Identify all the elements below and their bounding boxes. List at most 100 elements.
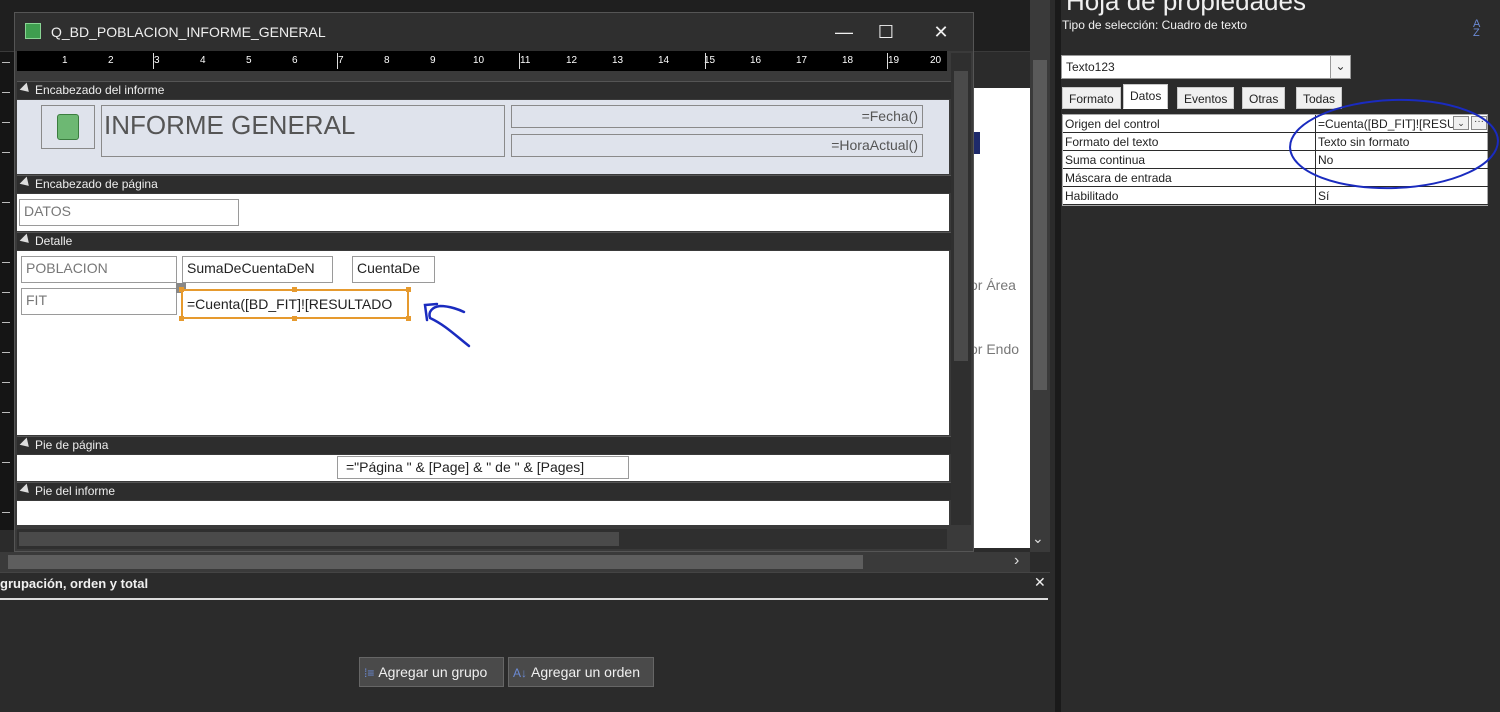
ruler-number: 6 — [292, 55, 298, 66]
collapse-arrow-icon — [19, 483, 33, 497]
ruler-number: 16 — [750, 55, 762, 66]
ruler-number: 18 — [842, 55, 854, 66]
collapse-arrow-icon — [19, 82, 33, 96]
tab-eventos[interactable]: Eventos — [1177, 87, 1235, 109]
section-page-header[interactable]: DATOS — [17, 194, 949, 231]
cuenta-field-textbox[interactable]: CuentaDe — [352, 256, 435, 283]
section-report-header[interactable]: INFORME GENERAL =Fecha() =HoraActual() — [17, 100, 949, 174]
property-value[interactable]: No — [1315, 151, 1489, 169]
ruler-number: 5 — [246, 55, 252, 66]
minimize-button[interactable]: — — [823, 19, 865, 45]
builder-ellipsis-button[interactable]: ··· — [1471, 116, 1487, 130]
grouping-panel — [0, 572, 1050, 712]
section-label: Encabezado del informe — [35, 83, 165, 97]
group-icon: ⁞≡ — [364, 666, 375, 680]
resize-handle[interactable] — [292, 287, 297, 292]
app-vertical-scroll-thumb[interactable] — [1033, 60, 1047, 390]
section-bar-report-header[interactable]: Encabezado del informe — [17, 81, 951, 99]
chevron-down-icon[interactable]: ⌄ — [1330, 56, 1350, 78]
object-selector[interactable]: Texto123 — [1061, 55, 1351, 79]
report-design-window[interactable]: Q_BD_POBLACION_INFORME_GENERAL — ☐ ✕ 1 2… — [14, 12, 974, 552]
ruler-number: 17 — [796, 55, 808, 66]
resize-handle[interactable] — [406, 316, 411, 321]
ruler-number: 9 — [430, 55, 436, 66]
close-button[interactable]: ✕ — [920, 19, 962, 45]
ruler-number: 7 — [338, 55, 344, 66]
tab-formato[interactable]: Formato — [1062, 87, 1121, 109]
close-icon[interactable]: ✕ — [1034, 574, 1046, 591]
resize-handle[interactable] — [292, 316, 297, 321]
section-page-footer[interactable]: ="Página " & [Page] & " de " & [Pages] — [17, 455, 949, 481]
property-name: Origen del control — [1065, 117, 1160, 131]
design-horizontal-scroll-thumb[interactable] — [19, 532, 619, 546]
section-bar-detail[interactable]: Detalle — [17, 232, 951, 250]
resize-handle[interactable] — [406, 287, 411, 292]
report-title-box[interactable]: INFORME GENERAL — [101, 105, 505, 157]
section-label: Detalle — [35, 234, 73, 248]
fit-label[interactable]: FIT — [21, 288, 177, 315]
window-titlebar[interactable]: Q_BD_POBLACION_INFORME_GENERAL — ☐ ✕ — [15, 13, 973, 51]
ruler-number: 3 — [154, 55, 160, 66]
resize-handle[interactable] — [179, 316, 184, 321]
poblacion-label[interactable]: POBLACION — [21, 256, 177, 283]
section-bar-page-footer[interactable]: Pie de página — [17, 436, 951, 454]
property-row[interactable]: Habilitado Sí — [1063, 187, 1489, 205]
selected-formula-textbox[interactable]: =Cuenta([BD_FIT]![RESULTADO — [181, 289, 409, 319]
property-value[interactable]: Sí — [1315, 187, 1489, 205]
date-textbox[interactable]: =Fecha() — [511, 105, 923, 128]
ruler-number: 4 — [200, 55, 206, 66]
maximize-button[interactable]: ☐ — [865, 19, 907, 45]
tab-todas[interactable]: Todas — [1296, 87, 1343, 109]
section-report-footer[interactable] — [17, 501, 949, 525]
design-vertical-scroll-thumb[interactable] — [954, 71, 968, 361]
property-value[interactable]: Texto sin formato — [1315, 133, 1489, 151]
sort-icon: A↓ — [513, 666, 528, 680]
section-label: Pie de página — [35, 438, 109, 452]
chevron-down-icon[interactable]: ⌄ — [1453, 116, 1469, 130]
ruler-number: 19 — [888, 55, 900, 66]
sort-az-icon[interactable]: AZ — [1473, 19, 1480, 39]
page-number-textbox[interactable]: ="Página " & [Page] & " de " & [Pages] — [337, 456, 629, 479]
ruler-number: 1 — [62, 55, 68, 66]
property-row[interactable]: Suma continua No — [1063, 151, 1489, 169]
divider — [0, 598, 1048, 600]
property-name: Habilitado — [1065, 189, 1119, 203]
collapse-arrow-icon — [19, 176, 33, 190]
property-grid: Origen del control =Cuenta([BD_FIT]![RES… — [1062, 114, 1489, 206]
property-name: Suma continua — [1065, 153, 1146, 167]
section-label: Encabezado de página — [35, 177, 158, 191]
property-row[interactable]: Formato del texto Texto sin formato — [1063, 133, 1489, 151]
scroll-down-icon[interactable]: ⌄ — [1032, 530, 1044, 547]
property-name: Máscara de entrada — [1065, 171, 1172, 185]
background-report-text: or Endo — [970, 341, 1020, 357]
collapse-arrow-icon — [19, 437, 33, 451]
property-row[interactable]: Máscara de entrada — [1063, 169, 1489, 187]
property-row[interactable]: Origen del control =Cuenta([BD_FIT]![RES… — [1063, 115, 1489, 133]
property-name: Formato del texto — [1065, 135, 1159, 149]
suma-field-textbox[interactable]: SumaDeCuentaDeN — [182, 256, 333, 283]
add-group-button[interactable]: ⁞≡ Agregar un grupo — [359, 657, 504, 687]
add-group-label: Agregar un grupo — [378, 664, 488, 680]
ruler-number: 8 — [384, 55, 390, 66]
ruler-number: 13 — [612, 55, 624, 66]
horizontal-ruler: 1 2 3 4 5 6 7 8 9 10 11 12 13 14 15 16 1… — [17, 51, 947, 71]
selection-type: Tipo de selección: Cuadro de texto — [1062, 18, 1247, 32]
tab-datos[interactable]: Datos — [1123, 84, 1169, 109]
section-bar-page-header[interactable]: Encabezado de página — [17, 175, 951, 193]
report-logo[interactable] — [41, 105, 95, 149]
section-detail[interactable]: POBLACION SumaDeCuentaDeN CuentaDe FIT =… — [17, 251, 949, 435]
ruler-number: 2 — [108, 55, 114, 66]
add-sort-button[interactable]: A↓ Agregar un orden — [508, 657, 654, 687]
scroll-right-icon[interactable]: › — [1014, 552, 1019, 570]
time-textbox[interactable]: =HoraActual() — [511, 134, 923, 157]
ruler-number: 12 — [566, 55, 578, 66]
ruler-number: 11 — [520, 55, 531, 66]
background-report-text: or Área — [970, 277, 1016, 293]
section-bar-report-footer[interactable]: Pie del informe — [17, 482, 951, 500]
datos-label[interactable]: DATOS — [19, 199, 239, 226]
vertical-ruler — [0, 52, 14, 530]
property-value[interactable] — [1315, 169, 1489, 187]
resize-handle[interactable] — [179, 287, 184, 292]
app-horizontal-scroll-thumb[interactable] — [8, 555, 863, 569]
tab-otras[interactable]: Otras — [1242, 87, 1286, 109]
